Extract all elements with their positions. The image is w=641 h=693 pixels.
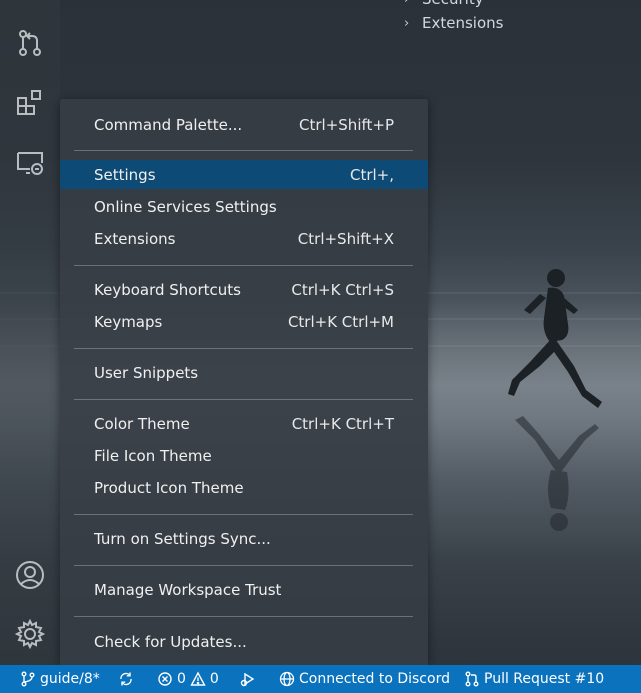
menu-item-label: Online Services Settings [94,198,277,216]
status-debug-launch[interactable] [240,665,256,693]
menu-item-shortcut: Ctrl+, [349,165,394,184]
source-control-icon[interactable] [12,25,48,61]
tree-item-label: Extensions [422,14,504,32]
menu-item-label: Check for Updates... [94,633,247,651]
status-sync[interactable] [118,665,134,693]
menu-item-shortcut: Ctrl+Shift+P [299,116,394,134]
globe-icon [279,671,295,687]
branch-name: guide/8* [40,671,100,687]
sync-icon [120,672,132,686]
tree-item-label: Security [422,0,484,8]
pull-request-text: Pull Request #10 [484,671,605,687]
menu-item-settings[interactable]: Settings Ctrl+, [60,160,428,189]
discord-status-text: Connected to Discord [299,671,450,687]
status-pull-request[interactable]: Pull Request #10 [464,665,604,693]
status-branch[interactable]: guide/8* [20,665,100,693]
status-discord[interactable]: Connected to Discord [279,665,450,693]
menu-item-settings-sync[interactable]: Turn on Settings Sync... [60,523,428,555]
menu-item-shortcut: Ctrl+K Ctrl+S [291,281,394,299]
menu-item-user-snippets[interactable]: User Snippets [60,357,428,389]
menu-item-command-palette[interactable]: Command Palette... Ctrl+Shift+P [60,109,428,141]
menu-item-keymaps[interactable]: Keymaps Ctrl+K Ctrl+M [60,306,428,338]
menu-item-label: File Icon Theme [94,447,212,465]
runner-reflection-image [515,416,599,531]
menu-separator [74,616,413,617]
menu-item-label: User Snippets [94,364,199,382]
menu-item-product-icon-theme[interactable]: Product Icon Theme [60,472,428,504]
accounts-icon[interactable] [12,557,48,593]
activity-bar [0,0,60,665]
extensions-icon[interactable] [12,84,48,120]
menu-item-shortcut: Ctrl+K Ctrl+T [291,415,394,433]
menu-item-online-services-settings[interactable]: Online Services Settings [60,191,428,223]
menu-separator [74,565,413,566]
vscode-window: › Security › Extensions [0,0,641,693]
menu-separator [74,265,413,266]
menu-item-label: Extensions [94,230,176,248]
warning-icon [190,671,206,686]
menu-item-shortcut: Ctrl+K Ctrl+M [287,313,394,331]
menu-item-color-theme[interactable]: Color Theme Ctrl+K Ctrl+T [60,408,428,440]
menu-item-file-icon-theme[interactable]: File Icon Theme [60,440,428,472]
remote-explorer-icon[interactable] [12,145,48,181]
chevron-right-icon: › [404,0,414,7]
runner-silhouette-image [508,269,602,408]
menu-item-shortcut: Ctrl+Shift+X [297,230,394,248]
status-bar: guide/8* 0 0 Connected to Discord Pull R… [0,665,641,693]
menu-item-label: Color Theme [94,415,190,433]
tree-item-extensions[interactable]: › Extensions [404,14,503,32]
menu-item-label: Keyboard Shortcuts [94,281,241,299]
menu-item-manage-workspace-trust[interactable]: Manage Workspace Trust [60,574,428,606]
menu-item-label: Turn on Settings Sync... [94,530,271,548]
manage-gear-icon[interactable] [12,616,48,652]
git-branch-icon [21,671,35,687]
chevron-right-icon: › [404,15,410,31]
menu-separator [74,399,413,400]
tree-item-security[interactable]: › Security [404,0,484,8]
pull-request-icon [465,671,479,687]
error-count: 0 [177,671,186,687]
menu-item-label: Command Palette... [94,116,243,134]
warning-count: 0 [209,671,219,687]
menu-item-label: Product Icon Theme [94,479,244,497]
menu-item-label: Keymaps [94,313,163,331]
manage-context-menu: Command Palette... Ctrl+Shift+P Settings… [60,99,428,665]
menu-item-check-for-updates[interactable]: Check for Updates... [60,626,428,658]
run-debug-icon [240,672,255,687]
error-icon [158,672,172,686]
menu-item-label: Settings [94,165,156,184]
menu-separator [74,348,413,349]
menu-item-keyboard-shortcuts[interactable]: Keyboard Shortcuts Ctrl+K Ctrl+S [60,274,428,306]
status-problems[interactable]: 0 0 [157,665,219,693]
menu-item-extensions[interactable]: Extensions Ctrl+Shift+X [60,223,428,255]
menu-separator [74,514,413,515]
menu-separator [74,150,413,151]
menu-item-label: Manage Workspace Trust [94,581,282,599]
